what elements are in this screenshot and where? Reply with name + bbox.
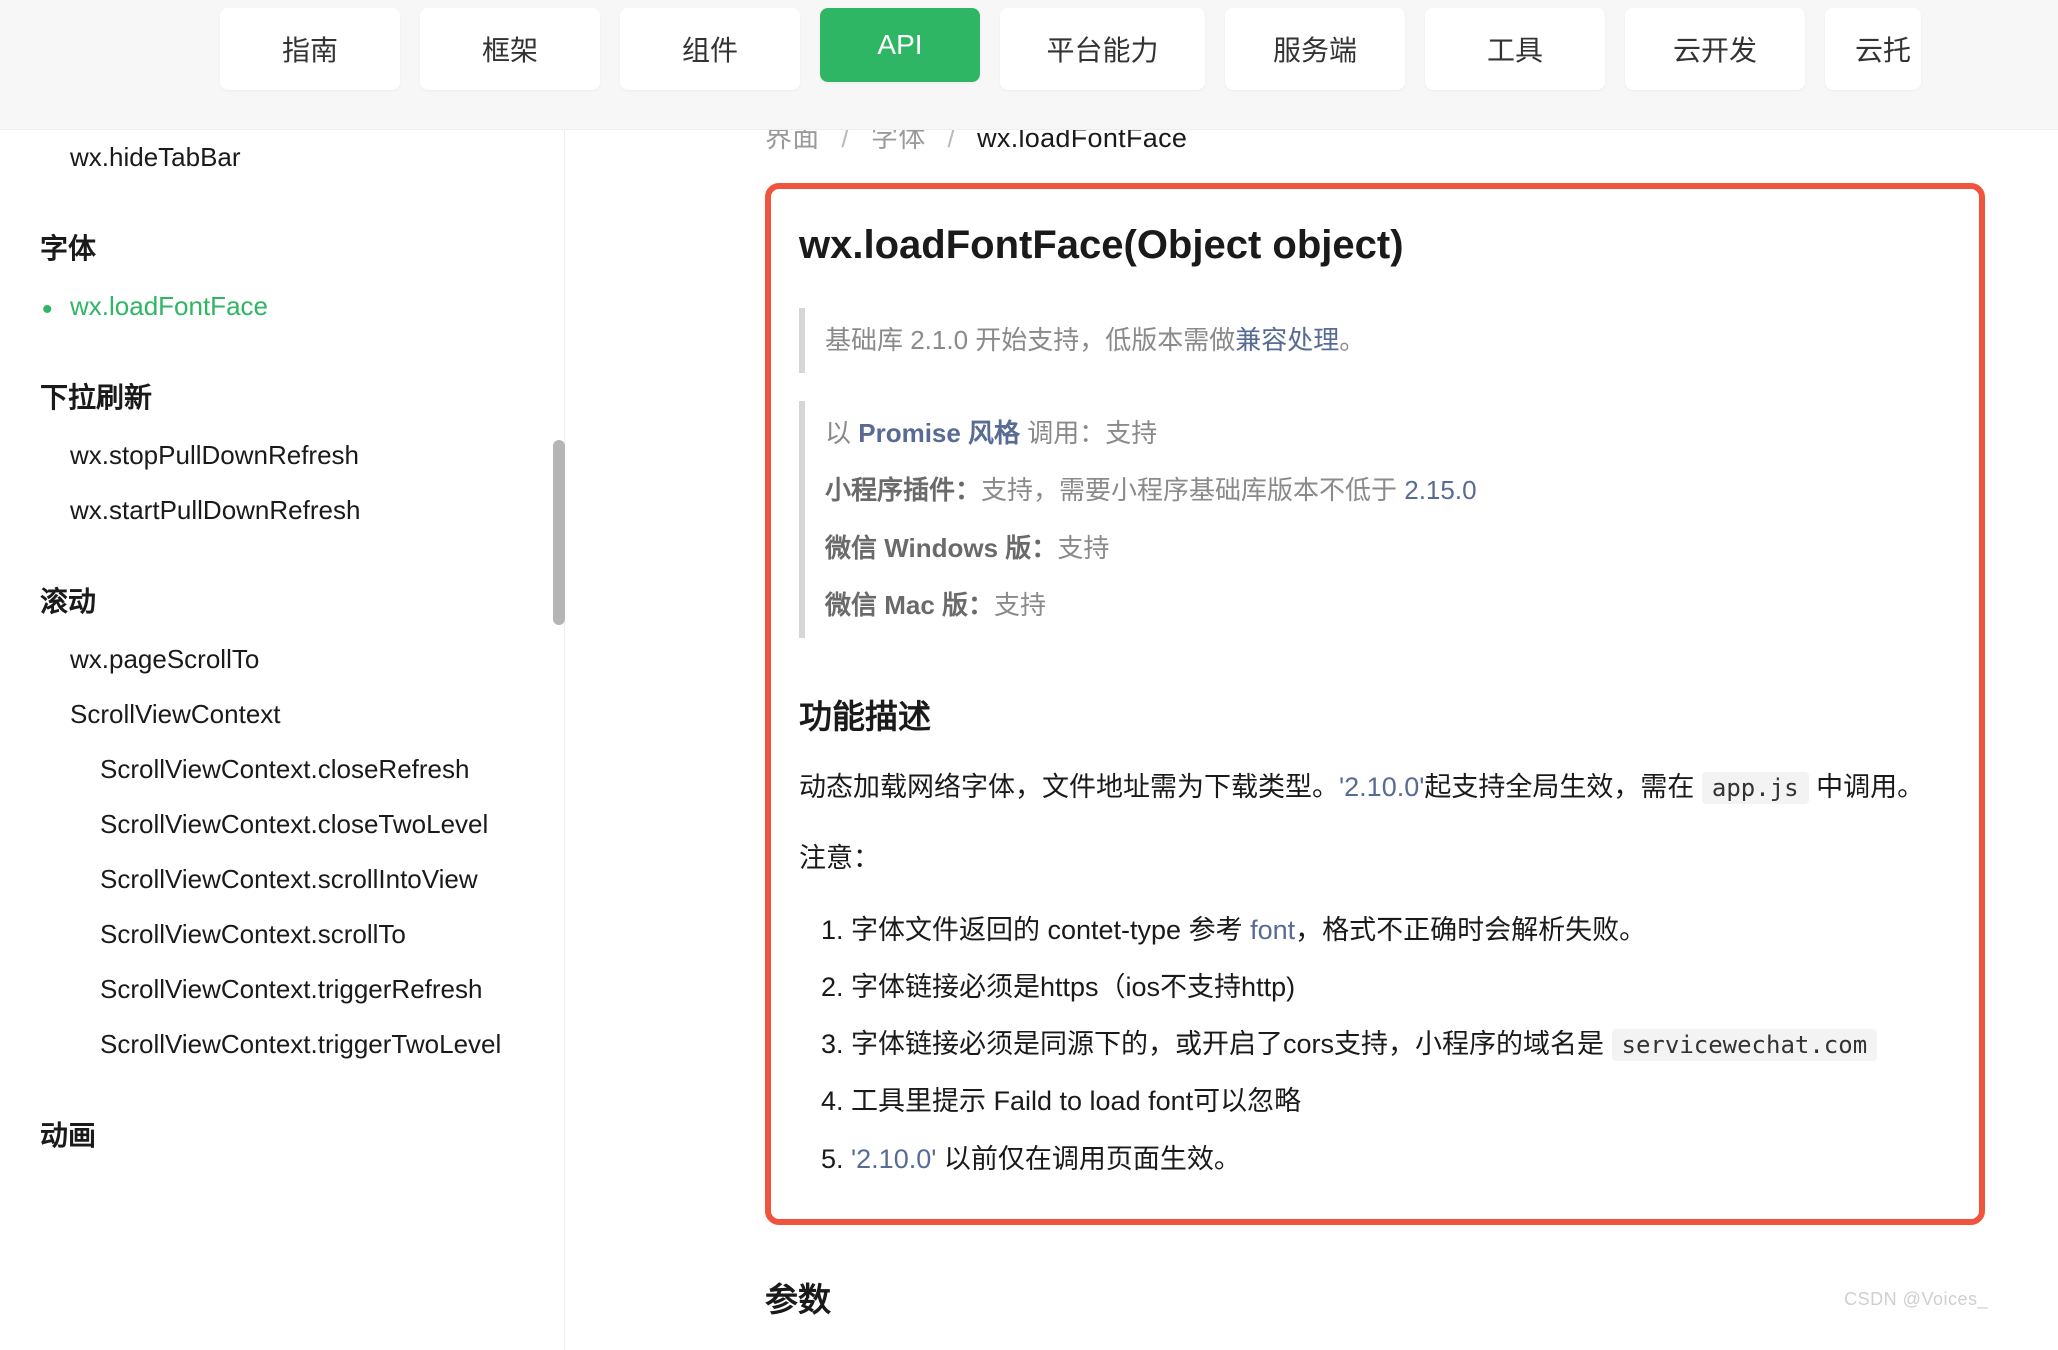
breadcrumb-c: wx.loadFontFace [977, 130, 1187, 153]
sidebar[interactable]: wx.hideTabBar 字体 wx.loadFontFace 下拉刷新 wx… [0, 130, 565, 1350]
link-promise[interactable]: Promise 风格 [858, 418, 1020, 448]
note-item: 工具里提示 Faild to load font可以忽略 [851, 1076, 1951, 1127]
sidebar-item[interactable]: ScrollViewContext.closeRefresh [40, 742, 532, 797]
link-version-2100[interactable]: '2.10.0' [1339, 772, 1424, 802]
highlight-box: wx.loadFontFace(Object object) 基础库 2.1.0… [765, 183, 1985, 1225]
breadcrumb-b[interactable]: 字体 [871, 130, 926, 153]
breadcrumb: 界面 / 字体 / wx.loadFontFace [765, 130, 2018, 155]
link-version-2150[interactable]: 2.15.0 [1404, 475, 1476, 505]
sidebar-item[interactable]: ScrollViewContext.triggerRefresh [40, 962, 532, 1017]
sidebar-heading-font[interactable]: 字体 [40, 227, 532, 267]
baselib-post: 。 [1339, 325, 1365, 355]
note-item: 字体文件返回的 contet-type 参考 font，格式不正确时会解析失败。 [851, 905, 1951, 956]
nav-tab-component[interactable]: 组件 [620, 8, 800, 90]
notes-label: 注意： [799, 833, 1951, 884]
section-params: 参数 [765, 1273, 2018, 1321]
sidebar-item[interactable]: wx.startPullDownRefresh [40, 483, 532, 538]
nav-tab-tools[interactable]: 工具 [1425, 8, 1605, 90]
sidebar-item[interactable]: ScrollViewContext [40, 687, 532, 742]
meta-mac: 微信 Mac 版：支持 [825, 577, 1951, 634]
nav-tab-framework[interactable]: 框架 [420, 8, 600, 90]
quote-meta: 以 Promise 风格 调用：支持 小程序插件：支持，需要小程序基础库版本不低… [799, 401, 1951, 638]
sidebar-heading-pulldown[interactable]: 下拉刷新 [40, 376, 532, 416]
link-compat[interactable]: 兼容处理 [1235, 325, 1339, 355]
sidebar-item[interactable]: wx.pageScrollTo [40, 632, 532, 687]
nav-tab-cloud-host[interactable]: 云托 [1825, 8, 1921, 90]
sidebar-item[interactable]: ScrollViewContext.triggerTwoLevel [40, 1017, 532, 1072]
func-desc-paragraph: 动态加载网络字体，文件地址需为下载类型。'2.10.0'起支持全局生效，需在 a… [799, 762, 1951, 813]
sidebar-heading-scroll[interactable]: 滚动 [40, 580, 532, 620]
top-nav: 指南 框架 组件 API 平台能力 服务端 工具 云开发 云托 [0, 0, 2058, 130]
link-font[interactable]: font [1250, 915, 1295, 945]
breadcrumb-sep: / [947, 130, 955, 153]
api-title: wx.loadFontFace(Object object) [799, 223, 1951, 268]
meta-windows: 微信 Windows 版：支持 [825, 520, 1951, 577]
note-item: 字体链接必须是同源下的，或开启了cors支持，小程序的域名是 servicewe… [851, 1019, 1951, 1070]
breadcrumb-sep: / [841, 130, 849, 153]
main-content: 界面 / 字体 / wx.loadFontFace wx.loadFontFac… [565, 130, 2058, 1350]
sidebar-scrollbar[interactable] [553, 440, 565, 625]
sidebar-item[interactable]: ScrollViewContext.scrollTo [40, 907, 532, 962]
nav-tab-server[interactable]: 服务端 [1225, 8, 1405, 90]
meta-promise: 以 Promise 风格 调用：支持 [825, 405, 1951, 462]
notes-list: 字体文件返回的 contet-type 参考 font，格式不正确时会解析失败。… [799, 905, 1951, 1185]
nav-tab-platform[interactable]: 平台能力 [1000, 8, 1205, 90]
note-item: '2.10.0' 以前仅在调用页面生效。 [851, 1134, 1951, 1185]
nav-tab-guide[interactable]: 指南 [220, 8, 400, 90]
nav-tab-api[interactable]: API [820, 8, 980, 82]
note-item: 字体链接必须是https（ios不支持http) [851, 962, 1951, 1013]
link-version-2100b[interactable]: '2.10.0' [851, 1144, 936, 1174]
sidebar-item[interactable]: wx.hideTabBar [40, 130, 532, 185]
section-func-desc: 功能描述 [799, 690, 1951, 738]
sidebar-item[interactable]: ScrollViewContext.scrollIntoView [40, 852, 532, 907]
breadcrumb-a[interactable]: 界面 [765, 130, 820, 153]
code-appjs: app.js [1702, 772, 1809, 804]
sidebar-item[interactable]: ScrollViewContext.closeTwoLevel [40, 797, 532, 852]
nav-tab-cloud-dev[interactable]: 云开发 [1625, 8, 1805, 90]
watermark: CSDN @Voices_ [1844, 1289, 1988, 1310]
sidebar-heading-animation[interactable]: 动画 [40, 1114, 532, 1154]
quote-baselib: 基础库 2.1.0 开始支持，低版本需做兼容处理。 [799, 308, 1951, 373]
code-domain: servicewechat.com [1612, 1029, 1878, 1061]
sidebar-item[interactable]: wx.stopPullDownRefresh [40, 428, 532, 483]
baselib-text: 基础库 2.1.0 开始支持，低版本需做 [825, 325, 1235, 355]
meta-plugin: 小程序插件：支持，需要小程序基础库版本不低于 2.15.0 [825, 462, 1951, 519]
sidebar-item-loadfontface[interactable]: wx.loadFontFace [40, 279, 532, 334]
